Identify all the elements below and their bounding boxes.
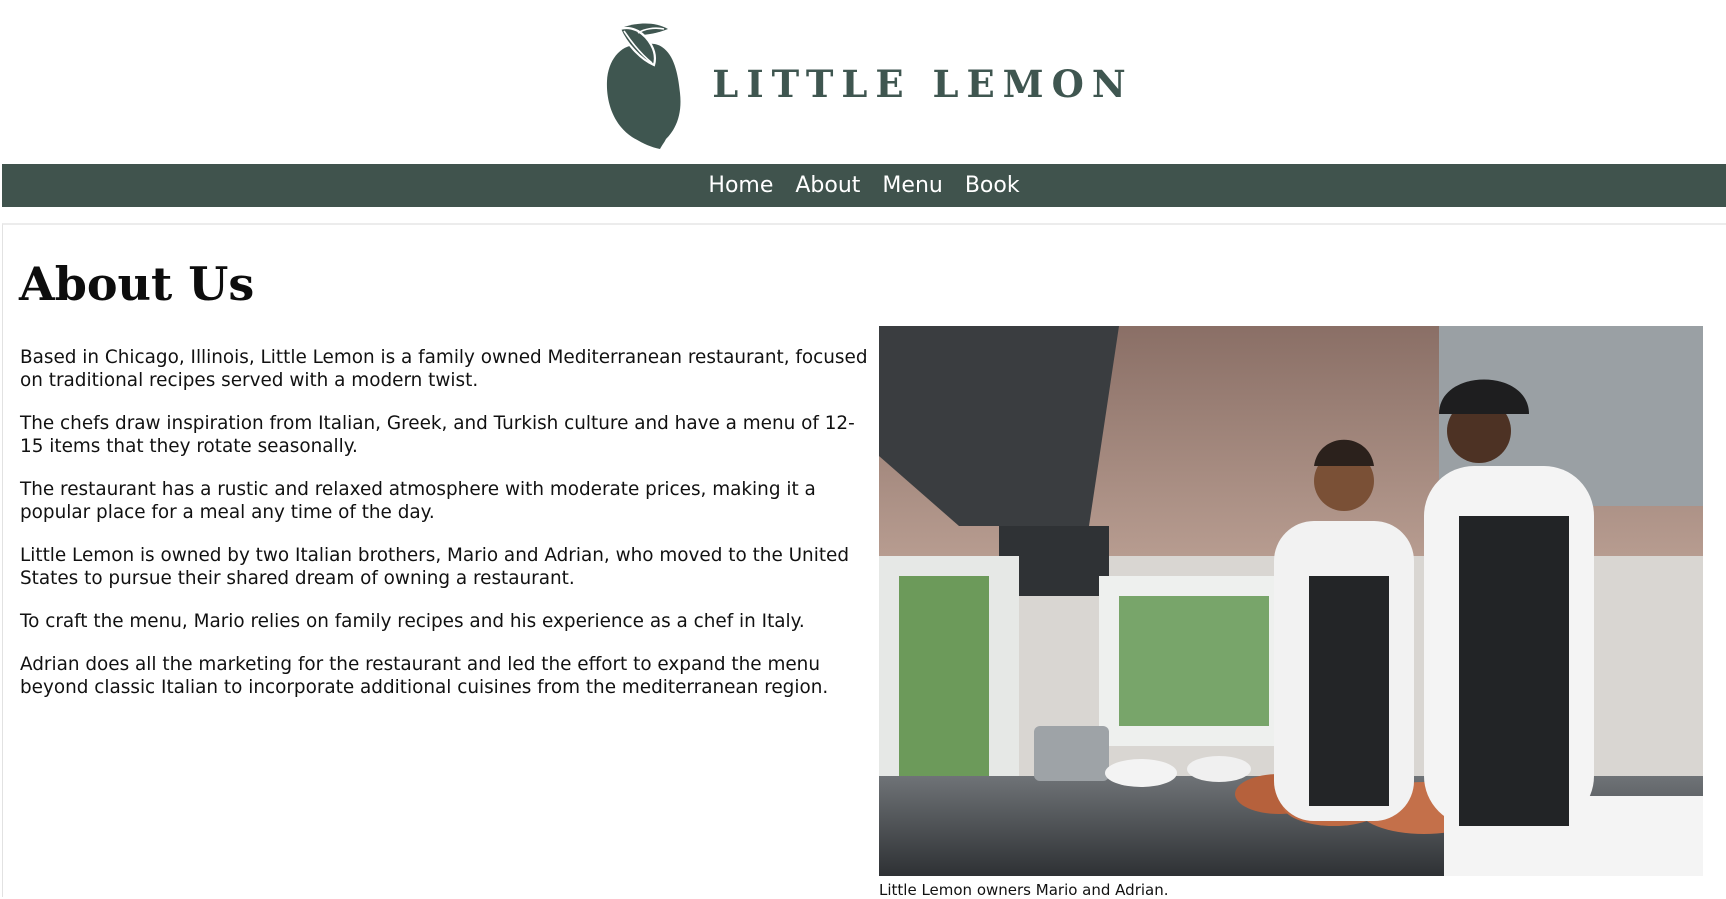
about-text: Based in Chicago, Illinois, Little Lemon… bbox=[20, 346, 870, 719]
lemon-logo-icon bbox=[607, 23, 681, 149]
owners-figure: Little Lemon owners Mario and Adrian. bbox=[879, 326, 1703, 899]
nav-link-home[interactable]: Home bbox=[708, 173, 773, 198]
nav-link-menu[interactable]: Menu bbox=[882, 173, 942, 198]
about-paragraph: Adrian does all the marketing for the re… bbox=[20, 654, 829, 698]
about-paragraph: The chefs draw inspiration from Italian,… bbox=[20, 413, 855, 457]
about-paragraph: The restaurant has a rustic and relaxed … bbox=[20, 479, 816, 523]
figure-caption: Little Lemon owners Mario and Adrian. bbox=[879, 881, 1169, 899]
brand-name: LITTLE LEMON bbox=[712, 61, 1134, 106]
page-title: About Us bbox=[19, 257, 255, 311]
about-paragraph: To craft the menu, Mario relies on famil… bbox=[20, 611, 805, 632]
main-nav: Home About Menu Book bbox=[2, 164, 1726, 207]
nav-link-book[interactable]: Book bbox=[965, 173, 1020, 198]
about-paragraph: Based in Chicago, Illinois, Little Lemon… bbox=[20, 347, 868, 391]
about-section: About Us Based in Chicago, Illinois, Lit… bbox=[2, 223, 1726, 899]
owners-photo bbox=[879, 326, 1703, 876]
about-paragraph: Little Lemon is owned by two Italian bro… bbox=[20, 545, 850, 589]
site-header: LITTLE LEMON bbox=[0, 0, 1726, 163]
nav-link-about[interactable]: About bbox=[795, 173, 860, 198]
logo[interactable]: LITTLE LEMON bbox=[602, 15, 1133, 149]
